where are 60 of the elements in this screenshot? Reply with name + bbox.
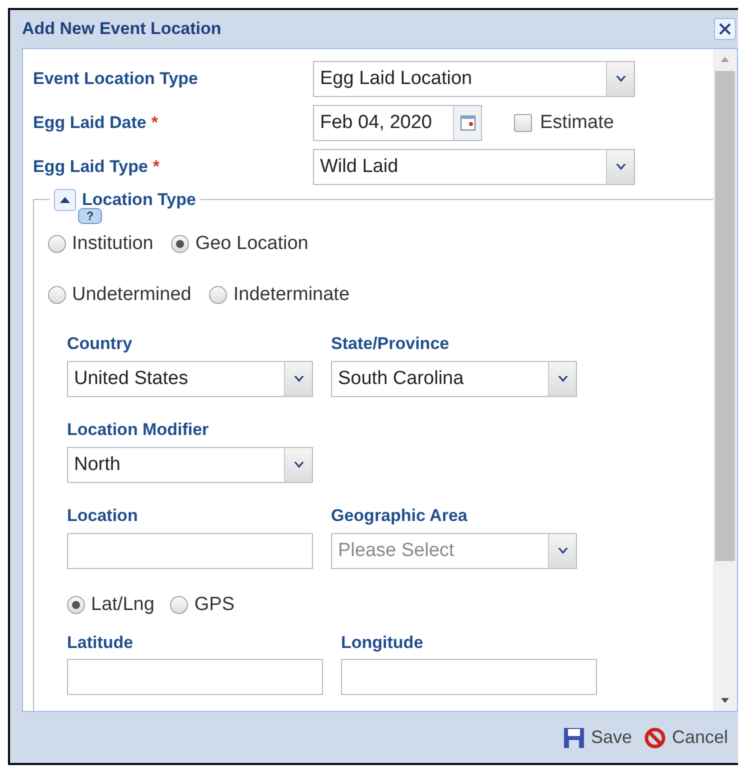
dropdown[interactable]: Wild Laid: [313, 149, 635, 185]
required-mark: *: [152, 156, 160, 178]
caret-icon: [292, 375, 304, 383]
date-value: Feb 04, 2020: [319, 110, 433, 135]
caret-icon: [556, 375, 568, 383]
calendar-icon: [460, 115, 476, 131]
text-field[interactable]: [341, 659, 597, 695]
radio-label: Geo Location: [195, 232, 308, 256]
dropdown[interactable]: Please Select: [331, 533, 577, 569]
field-label: Country: [67, 333, 134, 355]
field-label: Egg Laid Type: [33, 156, 148, 178]
text-field[interactable]: [67, 533, 313, 569]
dropdown-value: Egg Laid Location: [319, 66, 474, 91]
caret-icon: [556, 547, 568, 555]
field-label: Egg Laid Date: [33, 112, 146, 134]
caret-icon: [614, 75, 626, 83]
close-icon: [719, 23, 731, 35]
radio-button[interactable]: [209, 286, 228, 304]
radio-button[interactable]: [67, 596, 85, 614]
caret-icon: [292, 461, 304, 469]
radio-label: Undetermined: [72, 282, 192, 306]
window-title: Add New Event Location: [22, 18, 222, 40]
radio-button[interactable]: [171, 235, 190, 254]
radio-button[interactable]: [48, 286, 66, 304]
collapse-icon: [59, 196, 71, 204]
field-label: Event Location Type: [33, 68, 198, 90]
dropdown-value: North: [73, 452, 122, 477]
checkbox[interactable]: [514, 114, 532, 132]
radio-label: GPS: [194, 593, 235, 617]
collapse-button[interactable]: [54, 188, 76, 211]
help-badge[interactable]: ?: [78, 208, 102, 224]
dropdown-value: United States: [73, 366, 190, 391]
field-label: Location: [67, 505, 139, 527]
dropdown-value: Wild Laid: [319, 154, 400, 179]
radio-label: Lat/Lng: [91, 593, 154, 617]
prohibited-icon: [644, 726, 666, 748]
dropdown[interactable]: Egg Laid Location: [313, 61, 635, 97]
scrollbar[interactable]: [713, 49, 737, 711]
field-label: Longitude: [341, 632, 424, 654]
dropdown[interactable]: North: [67, 447, 313, 483]
required-mark: *: [151, 112, 158, 134]
field-label: State/Province: [331, 333, 450, 355]
radio-button[interactable]: [48, 235, 66, 254]
dropdown-placeholder: Please Select: [337, 538, 456, 563]
checkbox-label: Estimate: [540, 110, 614, 135]
dropdown-value: South Carolina: [337, 366, 465, 391]
date-field[interactable]: Feb 04, 2020: [313, 105, 482, 141]
cancel-button[interactable]: Cancel: [644, 724, 728, 751]
text-field[interactable]: [67, 659, 323, 695]
radio-label: Indeterminate: [233, 282, 350, 306]
close-button[interactable]: [714, 18, 736, 40]
radio-button[interactable]: [170, 596, 188, 614]
save-button[interactable]: Save: [562, 724, 632, 751]
dropdown[interactable]: United States: [67, 361, 313, 397]
radio-label: Institution: [72, 232, 154, 256]
dropdown[interactable]: South Carolina: [331, 361, 577, 397]
field-label: Latitude: [67, 632, 134, 654]
caret-icon: [614, 163, 626, 171]
field-label: Location Modifier: [67, 419, 210, 441]
field-label: Geographic Area: [331, 505, 468, 527]
